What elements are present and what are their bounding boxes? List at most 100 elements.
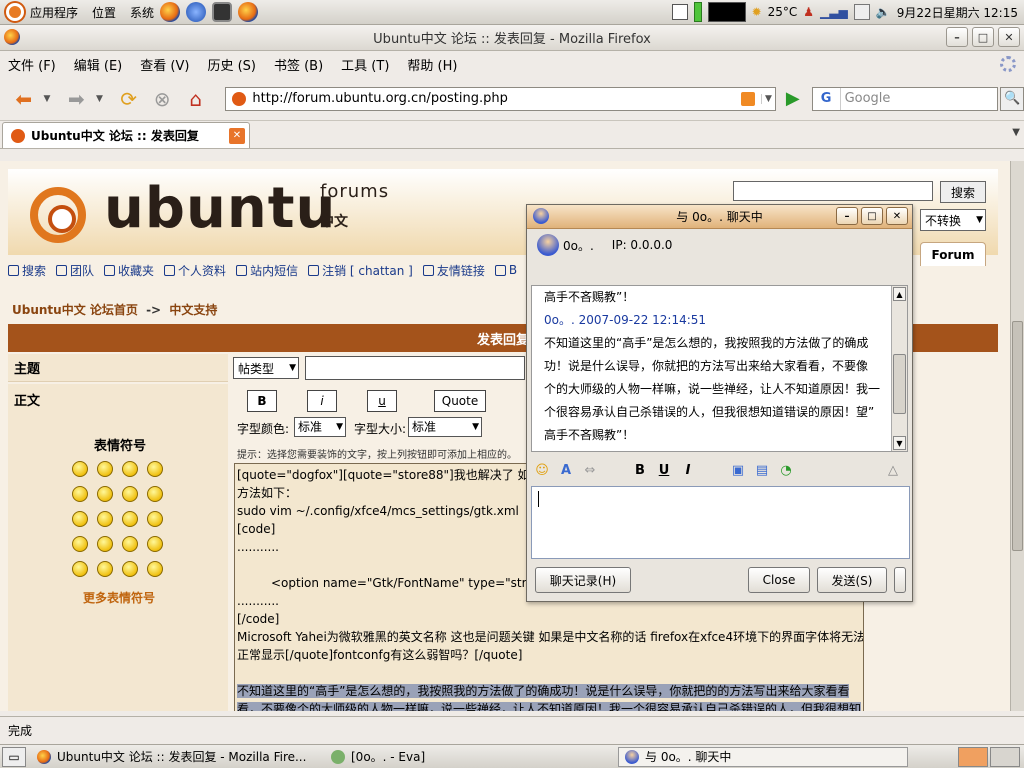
link-more[interactable]: B [494,263,517,277]
system-monitor-graph[interactable] [707,2,746,22]
tab-close-icon[interactable]: ✕ [229,127,245,144]
minimize-button[interactable]: – [946,27,968,47]
chat-bold-icon[interactable]: B [631,461,649,479]
smiley-icon[interactable] [72,486,88,502]
window-titlebar[interactable]: Ubuntu中文 论坛 :: 发表回复 - Mozilla Firefox – … [0,25,1024,51]
underline-button[interactable]: u [367,390,397,412]
link-private-messages[interactable]: 站内短信 [236,262,298,279]
maximize-button[interactable]: □ [972,27,994,47]
link-logout[interactable]: 注销 [ chattan ] [308,262,413,279]
scroll-down-icon[interactable]: ▼ [893,436,906,450]
link-friend-links[interactable]: 友情链接 [422,262,485,279]
terminal-launcher-icon[interactable] [212,2,233,22]
smiley-icon[interactable] [122,536,138,552]
tab-list-dropdown[interactable]: ▼ [1012,127,1020,138]
clock[interactable]: 9月22日星期六 12:15 [897,4,1018,21]
menu-bookmarks[interactable]: 书签 (B) [274,55,323,74]
convert-select[interactable]: 不转换 ▼ [920,209,986,231]
smiley-icon[interactable] [97,536,113,552]
clear-icon[interactable]: △ [884,461,902,479]
smiley-icon[interactable] [72,536,88,552]
question-smiley-icon[interactable] [97,561,113,577]
smiley-icon[interactable] [97,486,113,502]
user-switch-icon[interactable]: ♟ [803,5,814,19]
volume-icon[interactable]: 🔈 [876,5,891,19]
firefox-launcher-icon[interactable] [160,2,181,22]
applications-menu[interactable]: 应用程序 [6,3,78,21]
send-options-button[interactable] [894,567,906,593]
subject-input[interactable] [305,356,525,380]
taskbar-eva[interactable]: [0o。. - Eva] [324,747,614,767]
chat-close-button[interactable]: Close [748,567,810,593]
workspace-1[interactable] [958,746,988,767]
clipboard-icon[interactable] [853,4,870,20]
crumb-home[interactable]: Ubuntu中文 论坛首页 [12,303,138,317]
chat-close-window-button[interactable]: ✕ [886,207,908,225]
reload-icon[interactable]: ⟳ [115,85,143,113]
chat-scroll-thumb[interactable] [893,354,906,414]
chat-history-scrollbar[interactable]: ▲ ▼ [891,286,907,451]
forward-arrow-icon[interactable]: ➡ [62,85,90,113]
taskbar-firefox[interactable]: Ubuntu中文 论坛 :: 发表回复 - Mozilla Fire... [30,747,320,767]
chat-message-input[interactable] [531,486,910,559]
link-profile[interactable]: 个人资料 [164,262,226,279]
window-switch-icon[interactable] [671,4,688,20]
chat-send-button[interactable]: 发送(S) [817,567,887,593]
thunderbird-launcher-icon[interactable] [186,2,207,22]
bold-button[interactable]: B [247,390,277,412]
search-magnifier-icon[interactable]: 🔍 [1000,86,1024,111]
link-search[interactable]: 搜索 [8,262,46,279]
go-arrow-icon[interactable]: ▶ [782,88,804,110]
network-signal-icon[interactable]: ▁▃▅ [820,5,848,19]
post-type-select[interactable]: 帖类型 ▼ [233,357,299,379]
forward-history-dropdown[interactable]: ▼ [96,94,103,104]
workspace-2[interactable] [990,746,1020,767]
back-arrow-icon[interactable]: ⬅ [10,85,38,113]
avatar[interactable] [537,234,559,256]
link-favorites[interactable]: 收藏夹 [104,262,154,279]
smiley-icon[interactable] [97,461,113,477]
workspace-switcher[interactable] [958,746,1020,767]
scroll-up-icon[interactable]: ▲ [893,287,906,301]
smiley-icon[interactable] [122,486,138,502]
smiley-icon[interactable] [147,486,163,502]
show-desktop-icon[interactable]: ▭ [2,746,26,767]
italic-button[interactable]: i [307,390,337,412]
menu-history[interactable]: 历史 (S) [207,55,256,74]
chat-history-button[interactable]: 聊天记录(H) [535,567,631,593]
search-bar[interactable]: G Google [811,86,999,111]
smiley-icon[interactable] [122,461,138,477]
quote-button[interactable]: Quote [434,390,486,412]
places-menu[interactable]: 位置 [92,4,116,21]
screenshot-icon[interactable]: ▤ [753,461,771,479]
close-window-button[interactable]: ✕ [998,27,1020,47]
link-team[interactable]: 团队 [56,262,94,279]
browser-launcher-icon[interactable] [238,2,259,22]
smiley-icon[interactable] [147,536,163,552]
smiley-icon[interactable] [97,511,113,527]
forum-search-input[interactable] [733,181,933,201]
font-size-select[interactable]: 标准 ▼ [408,417,482,437]
idea-smiley-icon[interactable] [122,561,138,577]
chat-bubble-icon[interactable]: ◔ [777,461,795,479]
google-engine-icon[interactable]: G [813,87,841,110]
chat-maximize-button[interactable]: □ [861,207,883,225]
chat-history[interactable]: 高手不吝赐教”！ 0o。. 2007-09-22 12:14:51 不知道这里的… [531,285,908,452]
tab-forum-posting[interactable]: Ubuntu中文 论坛 :: 发表回复 ✕ [2,122,250,148]
menu-view[interactable]: 查看 (V) [140,55,189,74]
home-icon[interactable]: ⌂ [182,85,210,113]
menu-help[interactable]: 帮助 (H) [407,55,457,74]
font-color-select[interactable]: 标准 ▼ [294,417,346,437]
system-menu[interactable]: 系统 [130,4,154,21]
smiley-icon[interactable] [122,511,138,527]
send-image-icon[interactable]: ▣ [729,461,747,479]
rss-feed-icon[interactable] [740,91,755,106]
menu-tools[interactable]: 工具 (T) [341,55,389,74]
chat-italic-icon[interactable]: I [679,461,697,479]
url-history-dropdown[interactable]: ▼ [760,93,775,104]
stop-icon[interactable]: ⊗ [148,85,176,113]
exclamation-smiley-icon[interactable] [72,561,88,577]
smiley-icon[interactable] [72,511,88,527]
font-icon[interactable]: A [557,461,575,479]
url-bar[interactable]: http://forum.ubuntu.org.cn/posting.php ▼ [225,86,776,111]
